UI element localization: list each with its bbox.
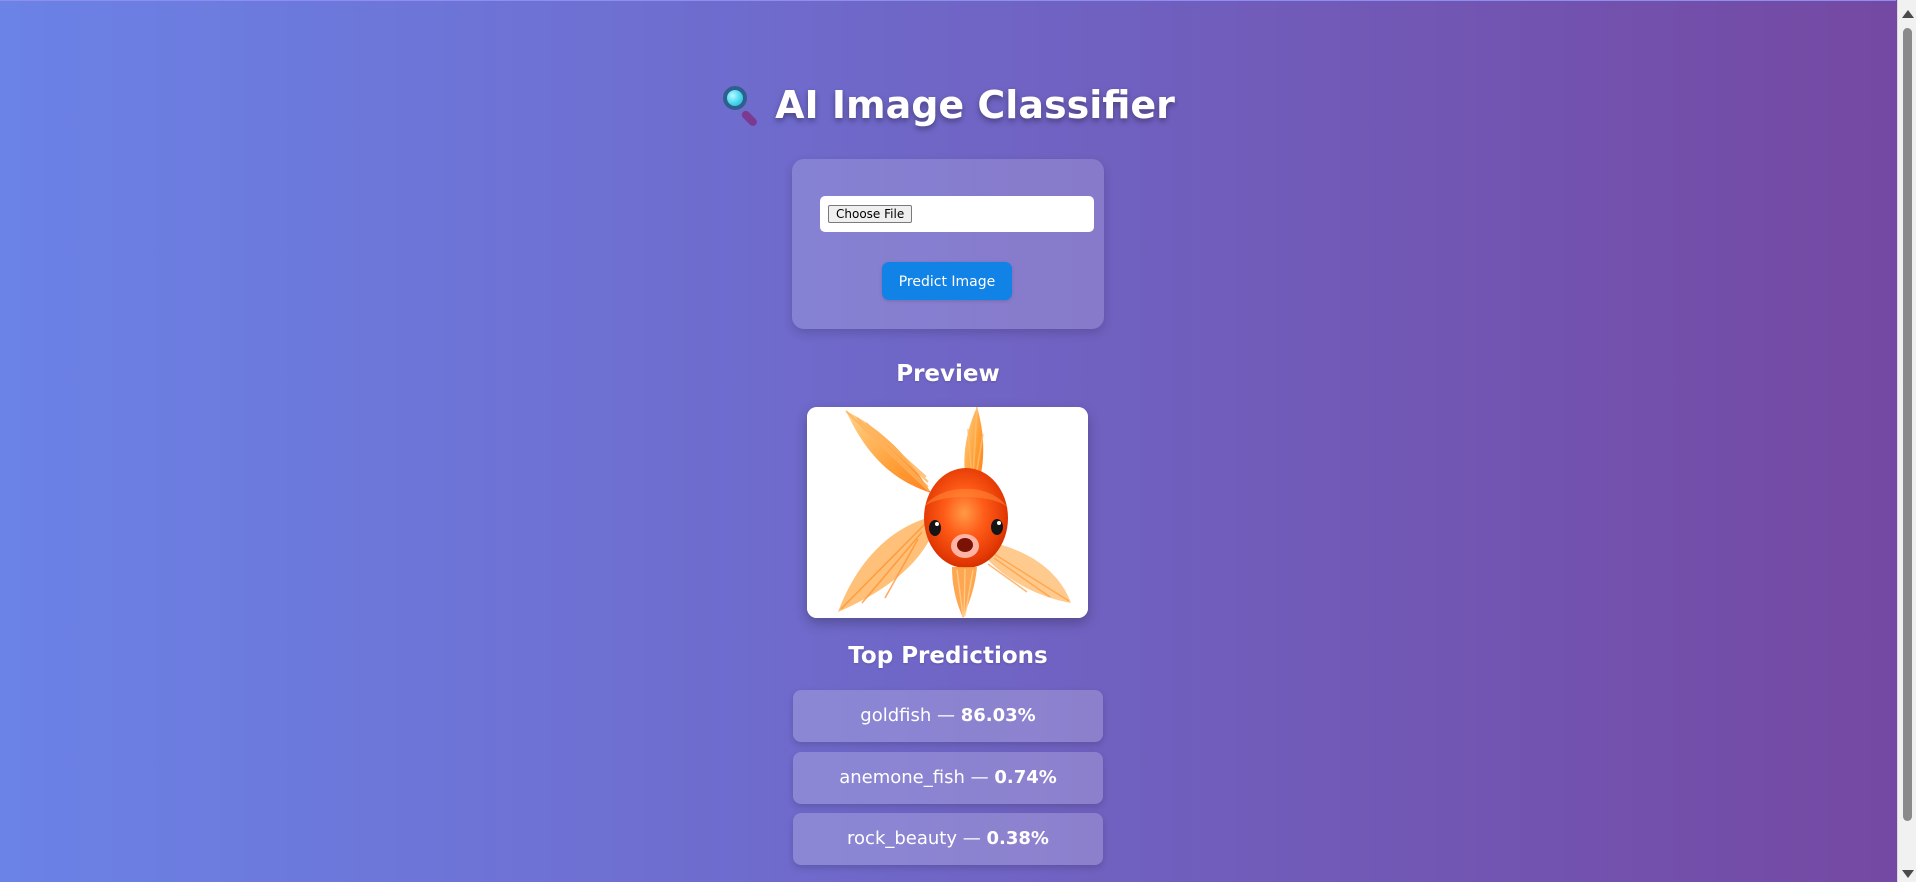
prediction-label: anemone_fish — [839, 767, 965, 788]
prediction-value: 86.03% — [960, 705, 1036, 726]
prediction-value: 0.38% — [986, 828, 1049, 849]
prediction-item: goldfish — 86.03% — [793, 690, 1103, 742]
top-predictions-heading: Top Predictions — [848, 643, 1048, 669]
magnifying-glass-lens — [723, 86, 748, 110]
scrollbar-thumb[interactable] — [1903, 28, 1912, 821]
preview-heading: Preview — [896, 361, 1000, 387]
image-preview — [807, 407, 1088, 618]
choose-file-button[interactable]: Choose File — [828, 205, 913, 223]
title-text: AI Image Classifier — [775, 83, 1175, 127]
magnifying-glass-handle — [740, 109, 759, 128]
prediction-item: anemone_fish — 0.74% — [793, 752, 1103, 804]
file-input[interactable]: Choose File — [820, 196, 1094, 232]
scroll-up-icon[interactable] — [1902, 10, 1914, 18]
prediction-separator: — — [970, 767, 995, 788]
prediction-value: 0.74% — [994, 767, 1057, 788]
prediction-item: rock_beauty — 0.38% — [793, 813, 1103, 865]
page-title: AI Image Classifier — [0, 83, 1896, 128]
goldfish-image — [807, 407, 1088, 618]
upload-card: Choose File Predict Image — [792, 159, 1104, 329]
prediction-separator: — — [937, 705, 961, 726]
magnifying-glass-icon — [721, 85, 761, 128]
prediction-separator: — — [962, 828, 987, 849]
scroll-down-icon[interactable] — [1902, 870, 1914, 878]
prediction-label: goldfish — [860, 705, 932, 726]
prediction-label: rock_beauty — [847, 828, 958, 849]
classifier-page: AI Image Classifier Choose File Predict … — [0, 0, 1896, 882]
vertical-scrollbar[interactable] — [1897, 0, 1916, 882]
predict-image-button[interactable]: Predict Image — [882, 262, 1012, 300]
